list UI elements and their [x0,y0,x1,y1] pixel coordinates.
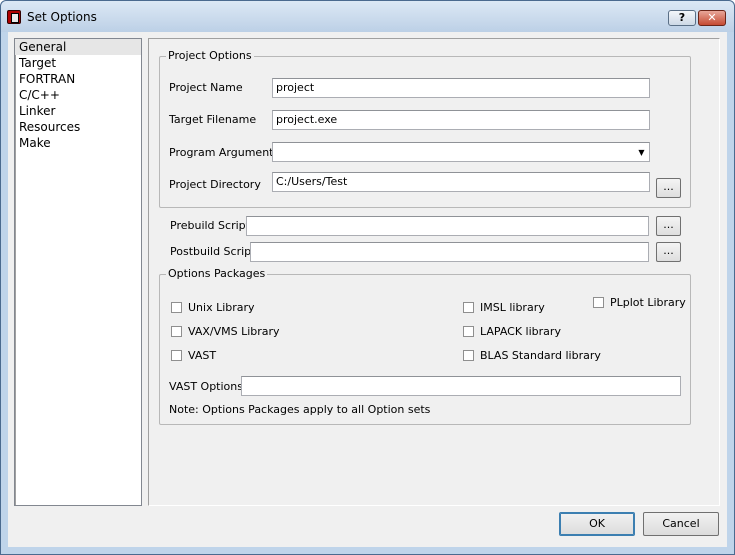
postbuild-script-browse-button[interactable]: ... [656,242,681,262]
imsl-library-checkbox[interactable]: IMSL library [463,301,545,314]
plplot-library-box[interactable] [593,297,604,308]
dialog-client: General Target FORTRAN C/C++ Linker Reso… [8,32,727,547]
app-icon [7,10,21,24]
category-item-linker[interactable]: Linker [15,103,141,119]
vax-vms-library-box[interactable] [171,326,182,337]
target-filename-field[interactable]: project.exe [272,110,650,130]
general-panel: Project Options Project Name project Tar… [148,38,720,506]
window-title: Set Options [27,10,97,24]
prebuild-script-field[interactable] [246,216,649,236]
unix-library-checkbox[interactable]: Unix Library [171,301,255,314]
lapack-library-checkbox[interactable]: LAPACK library [463,325,561,338]
category-list[interactable]: General Target FORTRAN C/C++ Linker Reso… [14,38,142,506]
prebuild-script-browse-button[interactable]: ... [656,216,681,236]
category-item-fortran[interactable]: FORTRAN [15,71,141,87]
project-directory-label: Project Directory [169,178,261,191]
prebuild-script-label: Prebuild Script [170,219,250,232]
category-item-resources[interactable]: Resources [15,119,141,135]
lapack-library-box[interactable] [463,326,474,337]
vax-vms-library-label: VAX/VMS Library [188,325,280,338]
lapack-library-label: LAPACK library [480,325,561,338]
imsl-library-label: IMSL library [480,301,545,314]
postbuild-script-field[interactable] [250,242,649,262]
imsl-library-box[interactable] [463,302,474,313]
vast-options-field[interactable] [241,376,681,396]
project-options-title: Project Options [166,49,254,62]
title-bar: Set Options ? ✕ [1,1,734,32]
vast-box[interactable] [171,350,182,361]
project-directory-browse-button[interactable]: ... [656,178,681,198]
chevron-down-icon[interactable]: ▼ [636,146,647,158]
options-packages-title: Options Packages [166,267,268,280]
vast-checkbox[interactable]: VAST [171,349,216,362]
project-options-group: Project Options Project Name project Tar… [159,49,691,208]
unix-library-box[interactable] [171,302,182,313]
project-directory-field[interactable]: C:/Users/Test [272,172,650,192]
blas-library-checkbox[interactable]: BLAS Standard library [463,349,601,362]
category-item-cpp[interactable]: C/C++ [15,87,141,103]
project-name-field[interactable]: project [272,78,650,98]
options-packages-note: Note: Options Packages apply to all Opti… [169,403,431,416]
cancel-button[interactable]: Cancel [643,512,719,536]
options-packages-group: Options Packages Unix Library VAX/VMS Li… [159,267,691,425]
ok-button[interactable]: OK [559,512,635,536]
postbuild-script-label: Postbuild Script [170,245,256,258]
vast-label: VAST [188,349,217,362]
blas-library-label: BLAS Standard library [480,349,601,362]
help-button[interactable]: ? [668,10,696,26]
target-filename-label: Target Filename [169,113,257,126]
plplot-library-label: PLplot Library [610,296,686,309]
close-button[interactable]: ✕ [698,10,726,26]
set-options-window: Set Options ? ✕ General Target FORTRAN C… [0,0,735,555]
program-arguments-combo[interactable]: ▼ [272,142,650,162]
plplot-library-checkbox[interactable]: PLplot Library [593,296,686,309]
category-item-target[interactable]: Target [15,55,141,71]
project-name-label: Project Name [169,81,243,94]
category-item-make[interactable]: Make [15,135,141,151]
unix-library-label: Unix Library [188,301,255,314]
program-arguments-label: Program Arguments [169,146,280,159]
category-item-general[interactable]: General [15,39,141,55]
vast-options-label: VAST Options [169,380,243,393]
blas-library-box[interactable] [463,350,474,361]
vax-vms-library-checkbox[interactable]: VAX/VMS Library [171,325,280,338]
